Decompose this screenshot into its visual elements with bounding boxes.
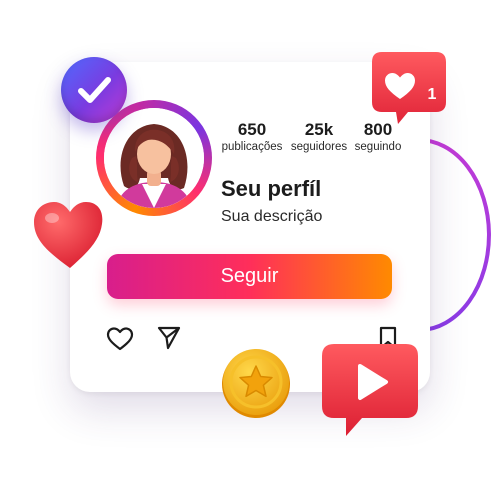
posts-count: 650 [237,120,267,139]
profile-description: Sua descrição [221,208,323,225]
check-badge-icon [78,77,111,103]
following-label: seguindo [354,141,402,153]
verified-badge [61,57,127,123]
followers-count: 25k [304,120,334,139]
followers-label: seguidores [290,141,348,153]
posts-label: publicações [221,141,283,153]
floating-heart-icon [34,202,103,268]
social-profile-illustration: 650 publicações 25k seguidores 800 segui… [0,0,500,500]
stat-posts[interactable]: 650 publicações [214,120,290,154]
avatar-portrait [104,108,204,208]
heart-outline-icon[interactable] [106,326,134,352]
profile-name: Seu perfíl [221,176,322,201]
avatar[interactable] [104,108,204,208]
play-bubble-icon [322,344,418,436]
stat-followers[interactable]: 25k seguidores [288,120,350,154]
star-coin-icon [222,349,290,418]
notification-count: 1 [427,86,437,103]
send-icon[interactable] [156,325,182,351]
follow-button[interactable]: Seguir [107,254,392,299]
